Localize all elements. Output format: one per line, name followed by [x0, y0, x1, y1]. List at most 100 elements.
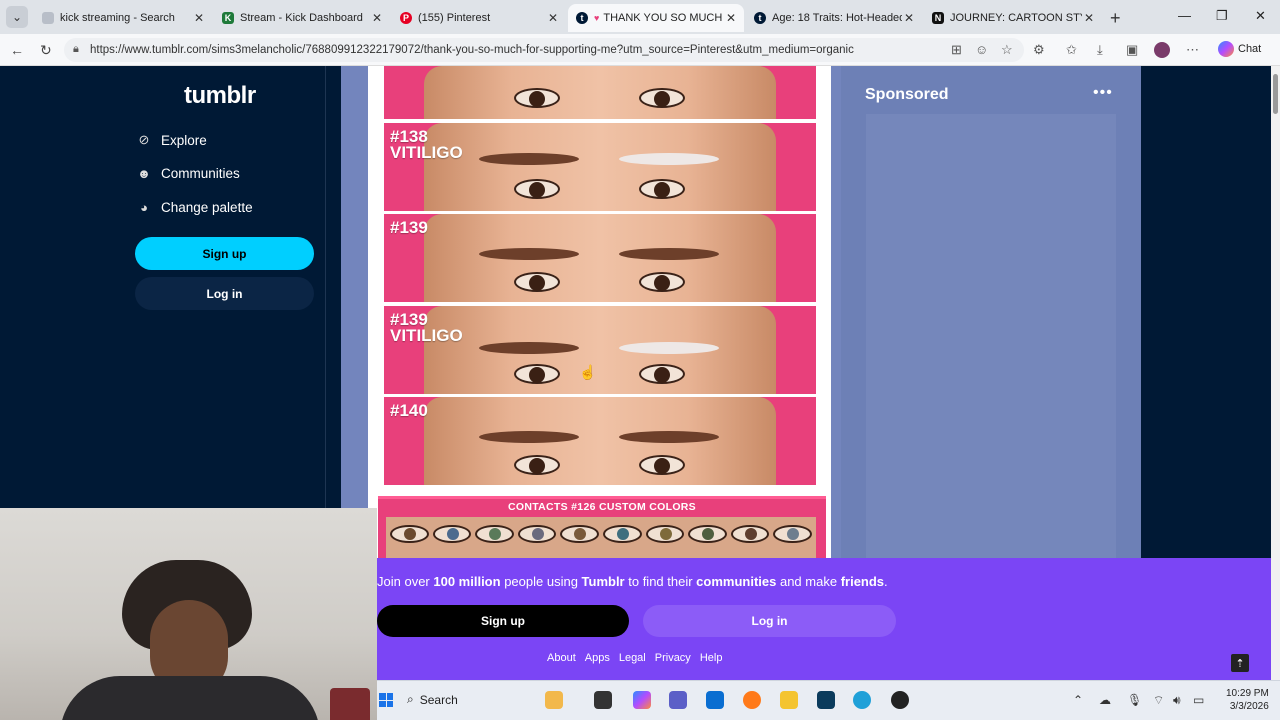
refresh-icon[interactable]: ↻ [40, 42, 52, 59]
tab-kick-dashboard[interactable]: K Stream - Kick Dashboard ✕ [214, 4, 390, 32]
address-toolbar: ← ↻ 🔒︎ https://www.tumblr.com/sims3melan… [0, 34, 1280, 66]
copilot-chat-button[interactable]: Chat [1218, 41, 1261, 57]
wifi-icon[interactable]: ⌔ [1153, 693, 1164, 708]
sidebar-item-label: Change palette [161, 200, 253, 215]
address-bar[interactable]: 🔒︎ https://www.tumblr.com/sims3melanchol… [64, 38, 1024, 62]
edge-icon[interactable] [853, 691, 871, 709]
tab-journey[interactable]: N JOURNEY: CARTOON STYLE C ✕ [924, 4, 1102, 32]
sponsored-menu-icon[interactable]: ••• [1093, 84, 1113, 102]
task-view-icon[interactable] [594, 691, 612, 709]
firefox-icon[interactable] [743, 691, 761, 709]
tab-title: Stream - Kick Dashboard [240, 12, 363, 24]
close-window-icon[interactable]: ✕ [1255, 8, 1266, 24]
volume-icon[interactable]: 🔊︎ [1173, 693, 1181, 708]
contact-eye [432, 525, 472, 543]
footer-link-legal[interactable]: Legal [619, 652, 646, 664]
right-eye [639, 364, 685, 384]
hand-cursor-icon: ☝ [579, 364, 597, 380]
tab-tumblr-age[interactable]: t Age: 18 Traits: Hot-Headed, C ✕ [746, 4, 922, 32]
tab-title: JOURNEY: CARTOON STYLE C [950, 12, 1082, 24]
face-image [424, 123, 776, 211]
sidebar-item-change-palette[interactable]: ◕ Change palette [137, 200, 253, 215]
new-tab-icon[interactable]: + [1110, 8, 1121, 29]
downloads-icon[interactable]: ⤓ [1097, 42, 1103, 58]
webcam-body [60, 676, 320, 720]
sidebar-item-communities[interactable]: ☻ Communities [137, 166, 240, 181]
tab-kick-search[interactable]: kick streaming - Search ✕ [34, 4, 212, 32]
tumblr-logo[interactable]: tumblr [184, 82, 256, 110]
profile-avatar[interactable] [1154, 42, 1170, 58]
right-eye [639, 88, 685, 108]
scrollbar-thumb[interactable] [1273, 74, 1278, 114]
strip-label: #140 [390, 401, 428, 420]
tab-pinterest[interactable]: P (155) Pinterest ✕ [392, 4, 566, 32]
left-eye [514, 179, 560, 199]
favorites-icon[interactable]: ✩ [1066, 42, 1077, 58]
restore-icon[interactable]: ❐ [1216, 8, 1228, 24]
close-tab-icon[interactable]: ✕ [546, 11, 560, 25]
footer-links: About Apps Legal Privacy Help [547, 652, 722, 664]
close-tab-icon[interactable]: ✕ [1082, 11, 1096, 25]
taskbar-clock[interactable]: 10:29 PM 3/3/2026 [1226, 687, 1269, 713]
footer-link-about[interactable]: About [547, 652, 576, 664]
taskbar-search-label: Search [419, 692, 458, 707]
page-scrollbar[interactable] [1271, 66, 1280, 680]
sponsored-panel: Sponsored ••• [841, 66, 1141, 558]
right-gutter [1141, 66, 1271, 558]
tab-actions-menu-icon[interactable]: ⌄ [6, 6, 28, 28]
obs-icon[interactable] [891, 691, 909, 709]
left-brow [479, 431, 579, 443]
banner-signup-button[interactable]: Sign up [377, 605, 629, 637]
browser-tab-strip: ⌄ kick streaming - Search ✕ K Stream - K… [0, 0, 1280, 34]
back-icon[interactable]: ← [10, 42, 24, 58]
taskbar-search[interactable]: ⌕ Search [407, 692, 458, 707]
store-icon[interactable] [706, 691, 724, 709]
more-menu-icon[interactable]: ⋯ [1186, 42, 1199, 58]
favorite-star-icon[interactable]: ☆ [1001, 42, 1013, 58]
tab-tumblr-active[interactable]: t ♥ THANK YOU SO MUCH FO ✕ [568, 4, 744, 32]
extensions-icon[interactable]: ⚙ [1033, 42, 1045, 58]
scroll-to-top-icon[interactable]: ⇡ [1231, 654, 1249, 672]
ad-placeholder[interactable] [866, 114, 1116, 558]
eyebrow-strip-140: #140 [384, 397, 816, 485]
clapper-app-icon[interactable] [545, 691, 563, 709]
windows-start-icon[interactable] [379, 693, 393, 707]
contact-eye [773, 525, 812, 543]
close-tab-icon[interactable]: ✕ [192, 11, 206, 25]
contact-eye [602, 525, 642, 543]
sidebar-signup-button[interactable]: Sign up [135, 237, 314, 270]
onedrive-icon[interactable]: ☁ [1099, 693, 1111, 707]
close-tab-icon[interactable]: ✕ [902, 11, 916, 25]
minimize-icon[interactable]: — [1178, 8, 1191, 23]
tab-title: THANK YOU SO MUCH FO [603, 12, 724, 24]
people-icon: ☻ [137, 166, 151, 181]
reader-icon[interactable]: ☺ [975, 42, 988, 57]
url-text: https://www.tumblr.com/sims3melancholic/… [90, 44, 854, 56]
left-brow [479, 248, 579, 260]
battery-icon[interactable]: ▭ [1193, 693, 1204, 707]
apps-grid-icon[interactable]: ⊞ [951, 42, 962, 58]
terminal-icon[interactable] [817, 691, 835, 709]
contacts-title: CONTACTS #126 CUSTOM COLORS [508, 501, 696, 513]
collections-icon[interactable]: ▣ [1126, 42, 1138, 58]
eyebrow-strip-137 [384, 66, 816, 119]
sidebar-item-explore[interactable]: ⊘ Explore [137, 132, 207, 148]
footer-link-help[interactable]: Help [700, 652, 723, 664]
sponsored-title: Sponsored [865, 86, 949, 103]
banner-login-button[interactable]: Log in [643, 605, 896, 637]
footer-link-apps[interactable]: Apps [585, 652, 610, 664]
file-explorer-icon[interactable] [780, 691, 798, 709]
contact-eye [730, 525, 770, 543]
sidebar-login-button[interactable]: Log in [135, 277, 314, 310]
face-image [424, 397, 776, 485]
eyebrow-strip-138-vitiligo: #138 VITILIGO [384, 123, 816, 211]
close-tab-icon[interactable]: ✕ [724, 11, 738, 25]
copilot-taskbar-icon[interactable] [633, 691, 651, 709]
tray-chevron-icon[interactable]: ⌃ [1073, 693, 1083, 707]
teams-icon[interactable] [669, 691, 687, 709]
post-image[interactable]: #138 VITILIGO #139 #139 VITILIGO #140 CO… [368, 66, 831, 558]
sidebar-item-label: Communities [161, 166, 240, 181]
footer-link-privacy[interactable]: Privacy [655, 652, 691, 664]
close-tab-icon[interactable]: ✕ [370, 11, 384, 25]
microphone-icon[interactable]: 🎙︎ [1127, 693, 1142, 707]
